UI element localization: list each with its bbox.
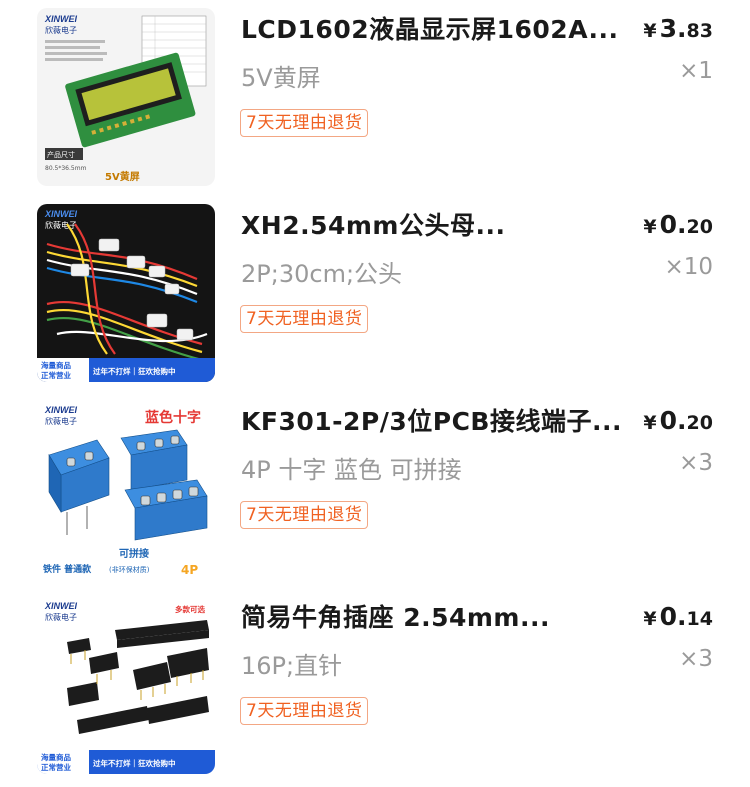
brand-cn: 欣薇电子 xyxy=(45,25,77,35)
price-decimal: 20 xyxy=(686,216,713,238)
price-integer: 0. xyxy=(659,406,687,435)
product-price: ¥0.14 xyxy=(643,602,713,631)
product-quantity: ×3 xyxy=(679,646,713,672)
image-bottom-mid: (非环保材质) xyxy=(109,565,150,574)
product-quantity: ×10 xyxy=(664,254,713,280)
product-quantity: ×3 xyxy=(679,450,713,476)
banner-right: 过年不打烊｜狂欢抢购中 xyxy=(93,758,176,768)
product-spec: 16P;直针 xyxy=(241,652,343,680)
banner-right: 过年不打烊｜狂欢抢购中 xyxy=(93,366,176,376)
product-price: ¥3.83 xyxy=(643,14,713,43)
order-item-list: XINWEI 欣薇电子 产品尺寸 80.5*36.5mm 5V黄屏 LCD160… xyxy=(0,0,750,787)
product-image-box-header[interactable]: XINWEI 欣薇电子 多款可选 海量商品 正常营业 过年不打烊｜狂欢抢购中 xyxy=(37,596,215,774)
brand-logo: XINWEI xyxy=(44,405,78,415)
price-integer: 3. xyxy=(659,14,687,43)
banner-left-1: 海量商品 xyxy=(41,752,71,762)
product-spec: 2P;30cm;公头 xyxy=(241,260,403,288)
banner-left-2: 正常营业 xyxy=(41,370,71,380)
size-value: 80.5*36.5mm xyxy=(45,165,87,172)
brand-cn: 欣薇电子 xyxy=(45,612,77,622)
order-item-box-header[interactable]: XINWEI 欣薇电子 多款可选 海量商品 正常营业 过年不打烊｜狂欢抢购中 简… xyxy=(0,588,750,784)
order-item-kf301[interactable]: XINWEI 欣薇电子 蓝色十字 可拼接 铁件 普通款 (非环保材质) 4P K… xyxy=(0,392,750,588)
price-decimal: 83 xyxy=(686,20,713,42)
product-title[interactable]: LCD1602液晶显示屏1602A... xyxy=(241,12,636,48)
image-caption: 5V黄屏 xyxy=(105,170,140,183)
product-spec: 5V黄屏 xyxy=(241,64,321,92)
banner-left-2: 正常营业 xyxy=(41,762,71,772)
currency-symbol: ¥ xyxy=(643,412,657,434)
price-integer: 0. xyxy=(659,210,687,239)
image-corner-text: 多款可选 xyxy=(175,604,205,614)
price-integer: 0. xyxy=(659,602,687,631)
return-policy-tag: 7天无理由退货 xyxy=(240,305,369,333)
product-title[interactable]: 简易牛角插座 2.54mm... xyxy=(241,600,636,636)
brand-cn: 欣薇电子 xyxy=(45,416,77,426)
order-item-xh254[interactable]: XINWEI 欣薇电子 海量商品 正常营业 过年不打烊｜狂欢抢购中 XH2.54… xyxy=(0,196,750,392)
brand-logo: XINWEI xyxy=(44,209,78,219)
product-title[interactable]: KF301-2P/3位PCB接线端子... xyxy=(241,404,636,440)
product-image-terminal-block[interactable]: XINWEI 欣薇电子 蓝色十字 可拼接 铁件 普通款 (非环保材质) 4P xyxy=(37,400,215,578)
size-label: 产品尺寸 xyxy=(47,150,75,159)
product-spec: 4P 十字 蓝色 可拼接 xyxy=(241,456,462,484)
currency-symbol: ¥ xyxy=(643,20,657,42)
image-headline: 蓝色十字 xyxy=(145,409,201,426)
product-title[interactable]: XH2.54mm公头母... xyxy=(241,208,636,244)
brand-cn: 欣薇电子 xyxy=(45,220,77,230)
order-item-lcd1602[interactable]: XINWEI 欣薇电子 产品尺寸 80.5*36.5mm 5V黄屏 LCD160… xyxy=(0,0,750,196)
image-bottom-right: 4P xyxy=(181,563,198,577)
product-quantity: ×1 xyxy=(679,58,713,84)
product-price: ¥0.20 xyxy=(643,210,713,239)
price-decimal: 14 xyxy=(686,608,713,630)
image-mid-text: 可拼接 xyxy=(119,547,149,560)
brand-logo: XINWEI xyxy=(44,601,78,611)
return-policy-tag: 7天无理由退货 xyxy=(240,501,369,529)
brand-logo: XINWEI xyxy=(44,14,78,24)
product-price: ¥0.20 xyxy=(643,406,713,435)
price-decimal: 20 xyxy=(686,412,713,434)
banner-left-1: 海量商品 xyxy=(41,360,71,370)
return-policy-tag: 7天无理由退货 xyxy=(240,109,369,137)
product-image-xh-cable[interactable]: XINWEI 欣薇电子 海量商品 正常营业 过年不打烊｜狂欢抢购中 xyxy=(37,204,215,382)
currency-symbol: ¥ xyxy=(643,608,657,630)
product-image-lcd[interactable]: XINWEI 欣薇电子 产品尺寸 80.5*36.5mm 5V黄屏 xyxy=(37,8,215,186)
image-bottom-left: 铁件 普通款 xyxy=(43,563,92,575)
return-policy-tag: 7天无理由退货 xyxy=(240,697,369,725)
currency-symbol: ¥ xyxy=(643,216,657,238)
